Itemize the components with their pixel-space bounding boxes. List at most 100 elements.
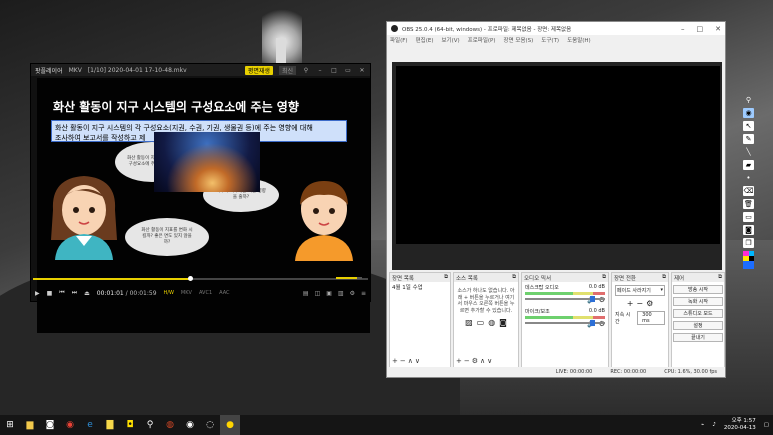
draw-tool-icon[interactable]: ⚲ (140, 415, 160, 435)
add-source-icon[interactable]: + (456, 357, 464, 365)
boy-illustration (295, 181, 353, 261)
move-down-icon[interactable]: ∨ (487, 357, 494, 365)
obs-titlebar[interactable]: OBS 25.0.4 (64-bit, windows) - 프로파일: 제목없… (387, 22, 725, 35)
move-down-icon[interactable]: ∨ (415, 357, 422, 365)
edge-icon[interactable]: e (80, 415, 100, 435)
windows-start-icon[interactable]: ⊞ (0, 415, 20, 435)
menu-view[interactable]: 보기(V) (441, 36, 459, 44)
menu-edit[interactable]: 편집(E) (416, 36, 434, 44)
volume-icon[interactable]: ♪ (712, 422, 716, 428)
latest-button[interactable]: 최신 (278, 65, 296, 75)
pen-icon[interactable]: ✎ (743, 134, 754, 144)
previous-icon[interactable]: ⏮ (59, 289, 64, 297)
subtitle-icon[interactable]: ▤ (303, 290, 309, 297)
taskbar-clock[interactable]: 오후 1:57 2020-04-13 (724, 418, 756, 432)
highlighter-icon[interactable]: ▰ (743, 160, 754, 170)
kakaotalk-icon[interactable]: ◘ (120, 415, 140, 435)
notification-icon[interactable]: ▢ (764, 422, 769, 428)
volume-slider[interactable] (336, 277, 362, 279)
codec-tag-hw[interactable]: H/W (164, 290, 174, 296)
player-app-name[interactable]: 팟플레이어 (35, 66, 63, 75)
potplayer-taskbar-icon[interactable]: ● (220, 415, 240, 435)
menu-tools[interactable]: 도구(T) (541, 36, 559, 44)
playlist-icon[interactable]: ▥ (338, 290, 344, 297)
exit-button[interactable]: 끝내기 (673, 333, 723, 342)
remove-source-icon[interactable]: − (464, 357, 472, 365)
media-player-window[interactable]: 팟플레이어 MKV [1/10] 2020-04-01 17-10-48.mkv… (30, 63, 371, 333)
menu-file[interactable]: 파일(F) (390, 36, 408, 44)
source-properties-icon[interactable]: ⚙ (472, 357, 480, 365)
undock-icon[interactable]: ⧉ (718, 274, 722, 281)
play-icon[interactable]: ▶ (35, 290, 40, 297)
studio-mode-button[interactable]: 스튜디오 모드 (673, 309, 723, 318)
copy-icon[interactable]: ❐ (743, 238, 754, 248)
move-up-icon[interactable]: ∧ (408, 357, 415, 365)
obs-window[interactable]: OBS 25.0.4 (64-bit, windows) - 프로파일: 제목없… (386, 21, 726, 378)
volume-slider[interactable] (525, 320, 605, 326)
settings-button[interactable]: 설정 (673, 321, 723, 330)
file-explorer-icon[interactable]: ▆ (20, 415, 40, 435)
close-icon[interactable]: ✕ (358, 67, 366, 74)
sticky-notes-icon[interactable]: ▇ (100, 415, 120, 435)
player-titlebar[interactable]: 팟플레이어 MKV [1/10] 2020-04-01 17-10-48.mkv… (31, 64, 370, 76)
next-icon[interactable]: ⏭ (72, 289, 77, 297)
menu-scene-collection[interactable]: 장면 모음(S) (504, 36, 534, 44)
playback-mode-button[interactable]: 평면재생 (244, 65, 273, 75)
add-transition-icon[interactable]: + (627, 299, 634, 308)
obs-preview-area[interactable] (392, 62, 722, 270)
pin-icon[interactable]: ⚲ (743, 95, 754, 105)
restore-icon[interactable]: □ (330, 67, 338, 74)
start-streaming-button[interactable]: 방송 시작 (673, 285, 723, 294)
network-icon[interactable]: ⌁ (701, 422, 704, 428)
obs-taskbar-icon[interactable]: ◉ (180, 415, 200, 435)
menu-icon[interactable]: ≡ (361, 290, 366, 297)
store-icon[interactable]: ◙ (40, 415, 60, 435)
powerpoint-icon[interactable]: ◍ (160, 415, 180, 435)
start-recording-button[interactable]: 녹화 시작 (673, 297, 723, 306)
color-swatch-blue[interactable] (743, 261, 754, 269)
3d-icon[interactable]: ◫ (315, 290, 321, 297)
clock-app-icon[interactable]: ◌ (200, 415, 220, 435)
close-icon[interactable]: ✕ (715, 25, 721, 33)
camera-icon[interactable]: ◙ (743, 225, 754, 235)
capture-icon[interactable]: ▣ (326, 290, 332, 297)
transition-select[interactable]: 페이드 사라지기 ▾ (615, 285, 665, 296)
eraser-icon[interactable]: ⌫ (743, 186, 754, 196)
maximize-icon[interactable]: ▭ (344, 67, 352, 74)
maximize-icon[interactable]: □ (697, 25, 704, 33)
menu-profile[interactable]: 프로파일(P) (468, 36, 496, 44)
source-type-icons: ▨ ▭ ◍ ◙ (454, 318, 518, 327)
volcano-night-image (154, 132, 260, 192)
pin-icon[interactable]: ⚲ (302, 67, 310, 74)
scene-list-item[interactable]: 4월 1일 수업 (390, 282, 450, 292)
minimize-icon[interactable]: – (316, 67, 324, 74)
duration-input[interactable]: 300 ms (637, 311, 665, 325)
add-scene-icon[interactable]: + (392, 357, 400, 365)
volume-meter (525, 316, 605, 319)
stop-icon[interactable]: ■ (47, 290, 53, 297)
line-icon[interactable]: ╲ (743, 147, 754, 157)
eject-icon[interactable]: ⏏ (84, 290, 90, 297)
remove-transition-icon[interactable]: − (636, 299, 643, 308)
minimize-icon[interactable]: – (681, 25, 685, 33)
color-palette[interactable] (743, 251, 754, 269)
seek-bar[interactable] (33, 276, 368, 281)
mixer-header: 오디오 믹서 ⧉ (522, 273, 608, 282)
undock-icon[interactable]: ⧉ (512, 274, 516, 281)
settings-icon[interactable]: ⚙ (350, 290, 355, 297)
pointer-icon[interactable]: ↖ (743, 121, 754, 131)
volume-slider[interactable] (525, 296, 605, 302)
obs-preview-canvas[interactable] (396, 66, 720, 244)
menu-help[interactable]: 도움말(H) (567, 36, 591, 44)
trash-icon[interactable]: 🗑 (743, 199, 754, 209)
chrome-icon[interactable]: ◉ (60, 415, 80, 435)
eye-icon[interactable]: ◉ (743, 108, 754, 118)
undock-icon[interactable]: ⧉ (602, 274, 606, 281)
remove-scene-icon[interactable]: − (400, 357, 408, 365)
dot-icon[interactable]: • (743, 173, 754, 183)
status-live: LIVE: 00:00:00 (555, 369, 593, 375)
undock-icon[interactable]: ⧉ (444, 274, 448, 281)
gear-icon[interactable]: ⚙ (646, 299, 653, 308)
whiteboard-icon[interactable]: ▭ (743, 212, 754, 222)
undock-icon[interactable]: ⧉ (662, 274, 666, 281)
